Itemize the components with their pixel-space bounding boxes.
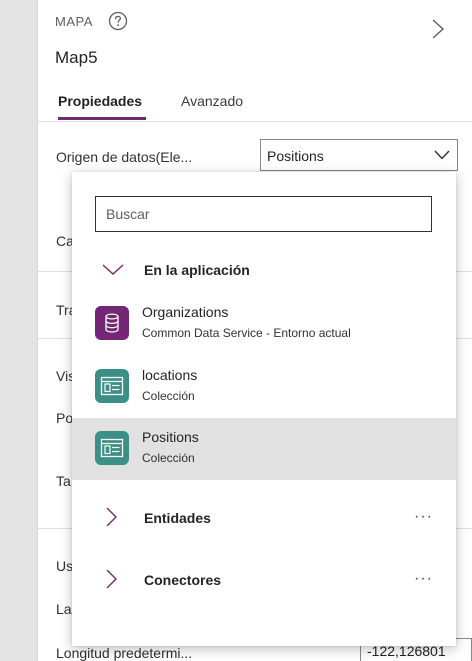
item-title: Organizations bbox=[142, 304, 229, 320]
group-entities[interactable]: Entidades ··· bbox=[72, 500, 456, 536]
chevron-right-icon bbox=[106, 508, 117, 526]
search-input[interactable] bbox=[95, 196, 432, 232]
data-source-value: Positions bbox=[267, 148, 324, 164]
active-tab-indicator bbox=[58, 117, 146, 120]
collection-icon bbox=[95, 431, 129, 465]
item-subtitle: Common Data Service - Entorno actual bbox=[142, 326, 351, 340]
control-name: Map5 bbox=[55, 48, 98, 67]
property-label: Us bbox=[56, 558, 74, 574]
control-type-label: MAPA bbox=[55, 14, 93, 29]
data-source-dropdown: En la aplicación Organizations Common Da… bbox=[72, 172, 456, 646]
list-item-locations[interactable]: locations Colección bbox=[72, 356, 456, 418]
property-label: La bbox=[56, 601, 72, 617]
chevron-right-icon[interactable] bbox=[431, 18, 445, 40]
list-item-organizations[interactable]: Organizations Common Data Service - Ento… bbox=[72, 293, 456, 355]
data-source-label: Origen de datos(Ele... bbox=[56, 149, 193, 165]
more-options-icon[interactable]: ··· bbox=[414, 570, 433, 588]
item-subtitle: Colección bbox=[142, 451, 195, 465]
item-subtitle: Colección bbox=[142, 389, 195, 403]
group-label: Entidades bbox=[144, 510, 211, 526]
tab-advanced[interactable]: Avanzado bbox=[181, 93, 243, 109]
item-title: locations bbox=[142, 367, 198, 383]
item-title: Positions bbox=[142, 429, 199, 445]
left-strip bbox=[0, 0, 38, 661]
chevron-down-icon bbox=[102, 264, 124, 275]
group-label: Conectores bbox=[144, 572, 222, 588]
tab-divider bbox=[38, 121, 472, 122]
collection-icon bbox=[95, 369, 129, 403]
group-connectors[interactable]: Conectores ··· bbox=[72, 562, 456, 598]
chevron-right-icon bbox=[106, 570, 117, 588]
help-icon[interactable] bbox=[108, 11, 128, 31]
property-label: Po bbox=[56, 410, 74, 426]
data-source-select[interactable]: Positions bbox=[260, 139, 458, 171]
property-label: Ta bbox=[56, 473, 71, 489]
tab-properties[interactable]: Propiedades bbox=[58, 93, 142, 109]
chevron-down-icon bbox=[434, 150, 450, 160]
group-in-app[interactable]: En la aplicación bbox=[72, 252, 456, 288]
database-icon bbox=[95, 306, 129, 340]
list-item-positions[interactable]: Positions Colección bbox=[72, 418, 456, 480]
group-label: En la aplicación bbox=[144, 262, 250, 278]
longitude-label: Longitud predetermi... bbox=[56, 645, 193, 661]
more-options-icon[interactable]: ··· bbox=[414, 508, 433, 526]
